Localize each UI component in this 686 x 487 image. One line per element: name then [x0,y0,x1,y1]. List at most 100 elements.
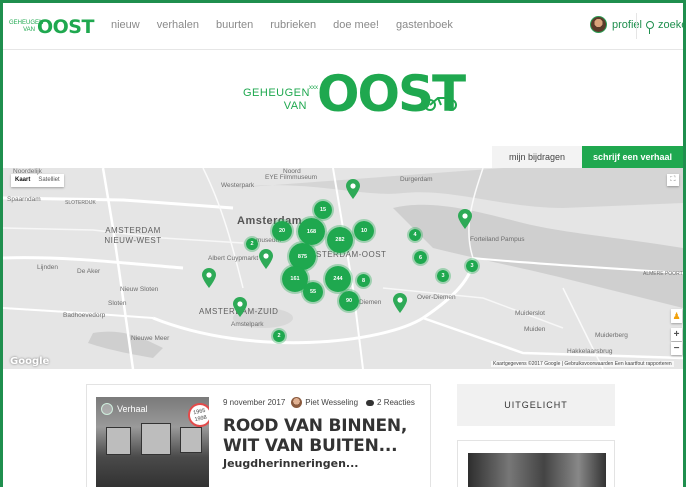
featured-card[interactable] [457,440,615,487]
map-label: Hakkelaarsbrug [567,348,613,355]
story-type-label: Verhaal [117,404,148,414]
photo-detail [106,427,131,455]
map-cluster[interactable]: 3 [464,258,480,274]
map-type-map[interactable]: Kaart [11,174,34,187]
map-label: Forteiland Pampus [470,236,525,243]
map-label: Diemen [359,299,382,306]
map-pin-icon[interactable] [346,179,360,199]
map-pin-icon[interactable] [458,209,472,229]
map-cluster[interactable]: 6 [412,249,429,266]
map-pin-icon[interactable] [202,268,216,288]
street-view-icon[interactable]: ♟ [671,309,682,323]
map-label: Albert Cuypmarkt [208,255,259,262]
map-cluster[interactable]: 2 [244,236,260,252]
story-meta: 9 november 2017 Piet Wesseling 2 Reactie… [223,397,415,408]
search-icon [646,21,654,34]
map-label: Nieuwe Meer [131,335,170,342]
nav-link-buurten[interactable]: buurten [216,19,253,31]
search-button[interactable]: zoeken [646,19,683,34]
map-cluster[interactable]: 3 [435,268,451,284]
story-photo[interactable]: Verhaal 1965 1998 [96,397,209,487]
top-navigation: GEHEUGEN VAN OOST nieuw verhalen buurten… [3,3,683,50]
map-label: Sloten [108,300,127,307]
map-label: ALMERE POORT [643,271,683,277]
photo-detail [180,427,202,453]
map-label: Muiden [524,326,546,333]
story-type-icon [101,403,113,415]
story-reactions[interactable]: 2 Reacties [377,398,415,407]
story-date: 9 november 2017 [223,398,286,407]
nav-divider [636,13,637,39]
map-pin-icon[interactable] [393,293,407,313]
zoom-in-button[interactable]: + [671,328,682,341]
story-type-badge: Verhaal [101,403,148,415]
nav-link-nieuw[interactable]: nieuw [111,19,140,31]
map-type-satellite[interactable]: Satelliet [34,174,63,187]
map-label: AMSTERDAM NIEUW-WEST [104,226,162,245]
story-title[interactable]: ROOD VAN BINNEN, WIT VAN BUITEN... [223,416,428,456]
bicycle-icon [424,97,457,111]
map-label: Lijnden [37,264,58,271]
profile-label: profiel [612,18,642,31]
map-label: EYE Filmmuseum [265,174,318,181]
hero-line2: VAN [283,100,307,112]
map-cluster[interactable]: 282 [325,225,355,255]
browser-viewport: GEHEUGEN VAN OOST nieuw verhalen buurten… [0,0,686,487]
map-label: Muiderberg [595,332,628,339]
map-cluster[interactable]: 8 [355,272,372,289]
nav-link-verhalen[interactable]: verhalen [157,19,199,31]
author-avatar [291,397,303,408]
map-label: Badhoevedorp [63,312,106,319]
map-attribution[interactable]: Kaartgegevens ©2017 Google | Gebruiksvoo… [491,361,674,367]
hero-x-marks: xxx [309,85,318,91]
map-pin-icon[interactable] [233,297,247,317]
story-author[interactable]: Piet Wesseling [305,398,358,407]
map-label: SLOTERDIJK [65,200,96,206]
featured-heading: UITGELICHT [457,384,615,426]
site-logo[interactable]: GEHEUGEN VAN OOST [9,16,94,38]
map-label: Nieuw Sloten [120,286,159,293]
google-logo: Google [10,356,50,367]
story-map[interactable]: Kaart Satelliet ⛶ Noordelijk Spaarndam W… [3,168,683,369]
map-label: Durgerdam [400,176,433,183]
logo-big-text: OOST [37,16,94,38]
map-cluster[interactable]: 20 [270,219,294,243]
fullscreen-icon[interactable]: ⛶ [667,174,679,186]
write-story-button[interactable]: schrijf een verhaal [582,146,683,168]
map-cluster[interactable]: 90 [337,289,361,313]
map-cluster[interactable]: 55 [301,280,325,304]
tab-my-contributions[interactable]: mijn bijdragen [492,146,582,168]
year-badge: 1965 1998 [185,400,209,430]
map-pin-icon[interactable] [259,249,273,269]
map-type-control: Kaart Satelliet [11,174,64,187]
zoom-out-button[interactable]: − [671,342,682,355]
profile-link[interactable]: profiel [590,16,642,33]
map-label: Noord [283,168,301,175]
map-cluster[interactable]: 2 [271,328,287,344]
map-cluster[interactable]: 10 [352,219,376,243]
hero-logo-title: OOST [317,65,466,123]
logo-small-text: GEHEUGEN VAN [9,20,44,33]
hero-logo[interactable]: GEHEUGEN VAN xxx OOST [3,51,683,146]
map-tabs: mijn bijdragen schrijf een verhaal [3,146,683,168]
featured-photo[interactable] [468,453,606,487]
comment-icon [366,399,375,406]
nav-link-rubrieken[interactable]: rubrieken [270,19,316,31]
hero-logo-subtitle: GEHEUGEN VAN [243,87,310,113]
map-label: Over-Diemen [417,294,456,301]
map-label: Spaarndam [7,196,41,203]
map-label: De Aker [77,268,101,275]
avatar [590,16,607,33]
main-menu: nieuw verhalen buurten rubrieken doe mee… [111,19,470,31]
search-label: zoeken [658,19,683,31]
story-card[interactable]: Verhaal 1965 1998 9 november 2017 Piet W… [86,384,431,487]
map-cluster[interactable]: 4 [407,227,423,243]
photo-detail [141,423,171,455]
map-label: Muiderslot [515,310,545,317]
nav-link-gastenboek[interactable]: gastenboek [396,19,453,31]
hero-line1: GEHEUGEN [243,87,310,99]
nav-link-doe-mee[interactable]: doe mee! [333,19,379,31]
map-label: Westerpark [221,182,255,189]
story-subtitle: Jeugdherinneringen... [223,457,359,470]
map-label: Amstelpark [231,321,264,328]
